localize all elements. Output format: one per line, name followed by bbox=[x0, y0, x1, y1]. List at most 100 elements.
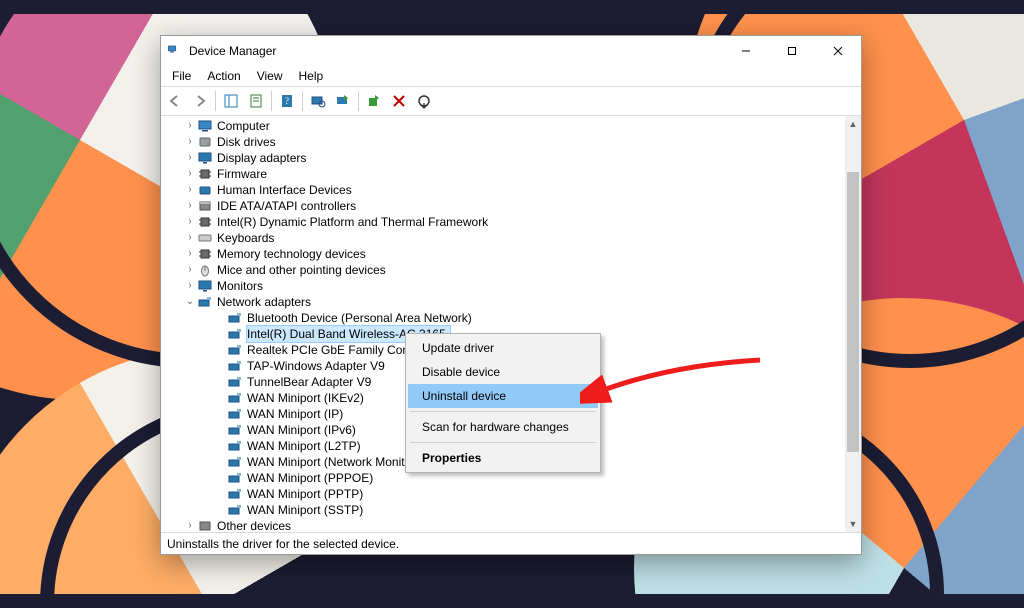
chip-icon bbox=[197, 167, 213, 181]
network-adapter-icon bbox=[227, 487, 243, 501]
chevron-right-icon[interactable]: › bbox=[183, 182, 197, 198]
category-other-devices[interactable]: › Other devices bbox=[173, 518, 845, 532]
close-button[interactable] bbox=[815, 36, 861, 66]
category-ide-ata-atapi-controllers[interactable]: › IDE ATA/ATAPI controllers bbox=[173, 198, 845, 214]
category-keyboards[interactable]: ›Keyboards bbox=[173, 230, 845, 246]
menu-help[interactable]: Help bbox=[292, 68, 331, 84]
network-adapter-icon bbox=[227, 359, 243, 373]
network-adapter-icon bbox=[227, 407, 243, 421]
category-memory-technology-devices[interactable]: › Memory technology devices bbox=[173, 246, 845, 262]
menu-item-scan-for-hardware-changes[interactable]: Scan for hardware changes bbox=[408, 415, 598, 439]
device-label: TunnelBear Adapter V9 bbox=[247, 374, 371, 390]
enable-device-button[interactable] bbox=[362, 89, 386, 113]
device-item[interactable]: Bluetooth Device (Personal Area Network) bbox=[173, 310, 845, 326]
menu-action[interactable]: Action bbox=[200, 68, 247, 84]
category-label: Memory technology devices bbox=[217, 246, 366, 262]
device-label: WAN Miniport (PPPOE) bbox=[247, 470, 373, 486]
device-label: WAN Miniport (Network Monitor) bbox=[247, 454, 419, 470]
svg-text:?: ? bbox=[285, 96, 289, 106]
network-adapter-icon bbox=[227, 503, 243, 517]
device-label: Bluetooth Device (Personal Area Network) bbox=[247, 310, 472, 326]
chevron-right-icon[interactable]: › bbox=[183, 518, 197, 532]
disk-icon bbox=[197, 135, 213, 149]
disable-device-button[interactable] bbox=[412, 89, 436, 113]
device-label: WAN Miniport (L2TP) bbox=[247, 438, 361, 454]
menu-view[interactable]: View bbox=[250, 68, 290, 84]
toolbar: ? bbox=[161, 86, 861, 116]
chevron-right-icon[interactable]: › bbox=[183, 198, 197, 214]
chevron-right-icon[interactable]: › bbox=[183, 278, 197, 294]
mouse-icon bbox=[197, 263, 213, 277]
category-label: IDE ATA/ATAPI controllers bbox=[217, 198, 356, 214]
titlebar[interactable]: Device Manager bbox=[161, 36, 861, 66]
category-human-interface-devices[interactable]: › Human Interface Devices bbox=[173, 182, 845, 198]
network-adapter-icon bbox=[227, 343, 243, 357]
menu-file[interactable]: File bbox=[165, 68, 198, 84]
menu-separator bbox=[410, 442, 596, 443]
device-item[interactable]: WAN Miniport (SSTP) bbox=[173, 502, 845, 518]
chevron-right-icon[interactable]: › bbox=[183, 118, 197, 134]
device-item[interactable]: WAN Miniport (PPTP) bbox=[173, 486, 845, 502]
category-label: Human Interface Devices bbox=[217, 182, 352, 198]
scroll-up-icon[interactable]: ▲ bbox=[845, 116, 861, 132]
category-label: Monitors bbox=[217, 278, 263, 294]
maximize-button[interactable] bbox=[769, 36, 815, 66]
keyboard-icon bbox=[197, 231, 213, 245]
network-adapter-icon bbox=[227, 327, 243, 341]
nav-back-button[interactable] bbox=[163, 89, 187, 113]
category-label: Network adapters bbox=[217, 294, 311, 310]
scrollbar-vertical[interactable]: ▲ ▼ bbox=[845, 116, 861, 532]
statusbar: Uninstalls the driver for the selected d… bbox=[161, 532, 861, 554]
network-adapter-icon bbox=[227, 375, 243, 389]
chevron-right-icon[interactable]: › bbox=[183, 262, 197, 278]
category-firmware[interactable]: › Firmware bbox=[173, 166, 845, 182]
update-driver-button[interactable] bbox=[331, 89, 355, 113]
computer-icon bbox=[197, 119, 213, 133]
menu-item-properties[interactable]: Properties bbox=[408, 446, 598, 470]
display-icon bbox=[197, 151, 213, 165]
menu-item-disable-device[interactable]: Disable device bbox=[408, 360, 598, 384]
category-network-adapters[interactable]: ⌄ Network adapters bbox=[173, 294, 845, 310]
device-label: TAP-Windows Adapter V9 bbox=[247, 358, 385, 374]
storage-icon bbox=[197, 199, 213, 213]
show-hide-tree-button[interactable] bbox=[219, 89, 243, 113]
category-intel-r-dynamic-platform-and-thermal-framework[interactable]: ›Intel(R) Dynamic Platform and Thermal F… bbox=[173, 214, 845, 230]
category-disk-drives[interactable]: ›Disk drives bbox=[173, 134, 845, 150]
device-label: WAN Miniport (IPv6) bbox=[247, 422, 356, 438]
category-display-adapters[interactable]: ›Display adapters bbox=[173, 150, 845, 166]
chevron-down-icon[interactable]: ⌄ bbox=[183, 294, 197, 310]
category-mice-and-other-pointing-devices[interactable]: › Mice and other pointing devices bbox=[173, 262, 845, 278]
help-button[interactable]: ? bbox=[275, 89, 299, 113]
menu-item-update-driver[interactable]: Update driver bbox=[408, 336, 598, 360]
hid-icon bbox=[197, 183, 213, 197]
device-label: WAN Miniport (IP) bbox=[247, 406, 343, 422]
network-adapter-icon bbox=[227, 471, 243, 485]
scroll-thumb[interactable] bbox=[847, 172, 859, 452]
device-label: WAN Miniport (SSTP) bbox=[247, 502, 363, 518]
network-adapter-icon bbox=[227, 455, 243, 469]
chevron-right-icon[interactable]: › bbox=[183, 166, 197, 182]
chevron-right-icon[interactable]: › bbox=[183, 214, 197, 230]
category-computer[interactable]: › Computer bbox=[173, 118, 845, 134]
category-label: Mice and other pointing devices bbox=[217, 262, 386, 278]
category-label: Firmware bbox=[217, 166, 267, 182]
category-label: Other devices bbox=[217, 518, 291, 532]
context-menu: Update driverDisable deviceUninstall dev… bbox=[405, 333, 601, 473]
chevron-right-icon[interactable]: › bbox=[183, 134, 197, 150]
network-icon bbox=[197, 295, 213, 309]
scan-hardware-button[interactable] bbox=[306, 89, 330, 113]
menu-separator bbox=[410, 411, 596, 412]
app-icon bbox=[167, 43, 183, 59]
window-title: Device Manager bbox=[189, 44, 276, 58]
menu-item-uninstall-device[interactable]: Uninstall device bbox=[408, 384, 598, 408]
properties-button[interactable] bbox=[244, 89, 268, 113]
minimize-button[interactable] bbox=[723, 36, 769, 66]
chevron-right-icon[interactable]: › bbox=[183, 246, 197, 262]
nav-forward-button[interactable] bbox=[188, 89, 212, 113]
category-label: Computer bbox=[217, 118, 270, 134]
scroll-down-icon[interactable]: ▼ bbox=[845, 516, 861, 532]
chevron-right-icon[interactable]: › bbox=[183, 150, 197, 166]
uninstall-device-button[interactable] bbox=[387, 89, 411, 113]
category-monitors[interactable]: › Monitors bbox=[173, 278, 845, 294]
chevron-right-icon[interactable]: › bbox=[183, 230, 197, 246]
